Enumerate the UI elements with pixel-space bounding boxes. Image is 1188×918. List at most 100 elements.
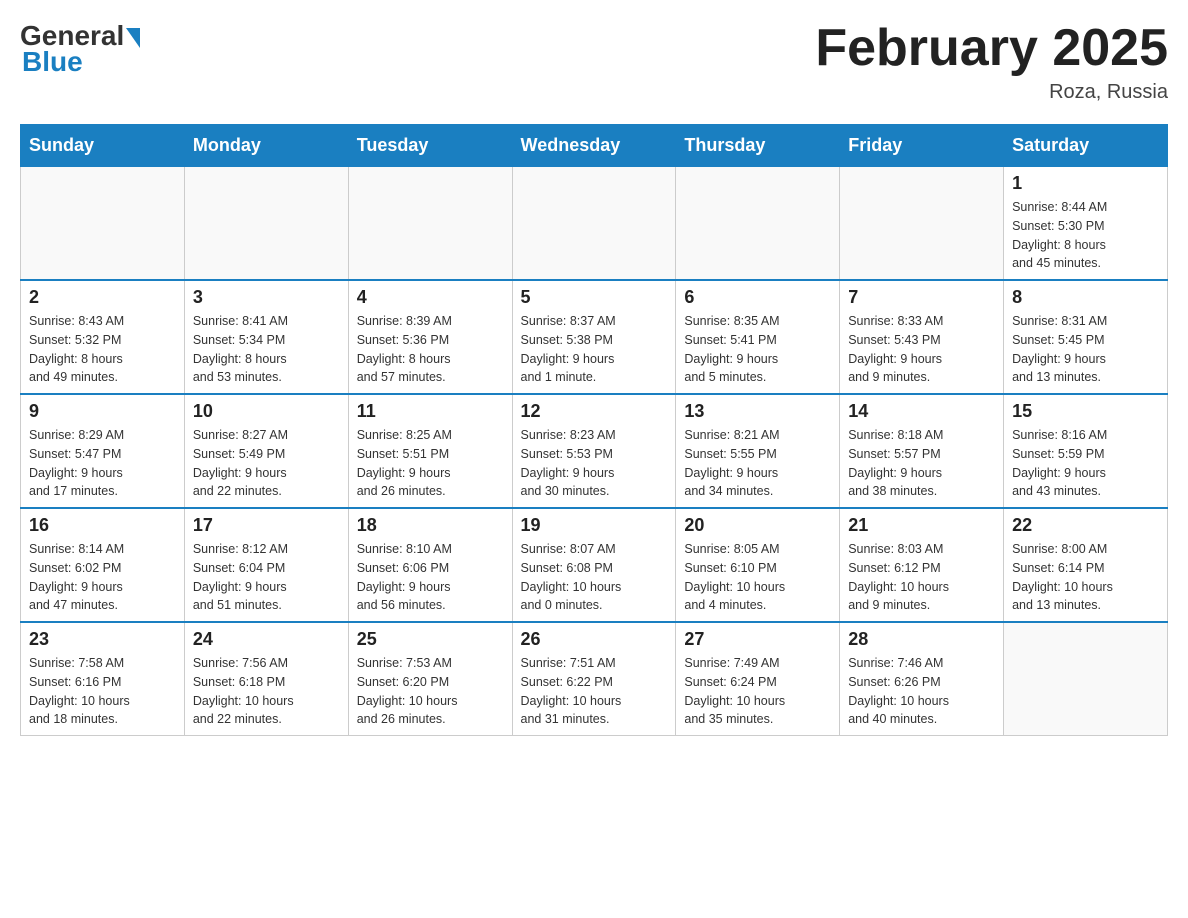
header-thursday: Thursday — [676, 125, 840, 167]
day-number: 26 — [521, 629, 668, 650]
table-row: 15 Sunrise: 8:16 AMSunset: 5:59 PMDayligh… — [1004, 394, 1168, 508]
header-friday: Friday — [840, 125, 1004, 167]
table-row — [676, 167, 840, 281]
day-number: 6 — [684, 287, 831, 308]
day-number: 9 — [29, 401, 176, 422]
table-row: 8 Sunrise: 8:31 AMSunset: 5:45 PMDaylight… — [1004, 280, 1168, 394]
day-number: 1 — [1012, 173, 1159, 194]
logo: General Blue — [20, 20, 140, 78]
day-number: 4 — [357, 287, 504, 308]
day-number: 19 — [521, 515, 668, 536]
table-row: 10 Sunrise: 8:27 AMSunset: 5:49 PMDayligh… — [184, 394, 348, 508]
day-info: Sunrise: 8:31 AMSunset: 5:45 PMDaylight:… — [1012, 312, 1159, 387]
day-number: 15 — [1012, 401, 1159, 422]
table-row: 2Sunrise: 8:43 AMSunset: 5:32 PMDaylight… — [21, 280, 185, 394]
day-number: 17 — [193, 515, 340, 536]
table-row: 11 Sunrise: 8:25 AMSunset: 5:51 PMDayligh… — [348, 394, 512, 508]
table-row: 20 Sunrise: 8:05 AMSunset: 6:10 PMDayligh… — [676, 508, 840, 622]
day-number: 12 — [521, 401, 668, 422]
day-info: Sunrise: 7:58 AMSunset: 6:16 PMDaylight:… — [29, 654, 176, 729]
header-monday: Monday — [184, 125, 348, 167]
calendar-week-row: 2Sunrise: 8:43 AMSunset: 5:32 PMDaylight… — [21, 280, 1168, 394]
day-number: 11 — [357, 401, 504, 422]
day-info: Sunrise: 8:12 AMSunset: 6:04 PMDaylight:… — [193, 540, 340, 615]
table-row: 17 Sunrise: 8:12 AMSunset: 6:04 PMDayligh… — [184, 508, 348, 622]
table-row: 27Sunrise: 7:49 AMSunset: 6:24 PMDayligh… — [676, 622, 840, 736]
table-row: 26Sunrise: 7:51 AMSunset: 6:22 PMDayligh… — [512, 622, 676, 736]
table-row: 12Sunrise: 8:23 AMSunset: 5:53 PMDayligh… — [512, 394, 676, 508]
calendar-week-row: 16 Sunrise: 8:14 AMSunset: 6:02 PMDayligh… — [21, 508, 1168, 622]
calendar-week-row: 23 Sunrise: 7:58 AMSunset: 6:16 PMDayligh… — [21, 622, 1168, 736]
table-row: 3Sunrise: 8:41 AMSunset: 5:34 PMDaylight… — [184, 280, 348, 394]
day-info: Sunrise: 7:53 AMSunset: 6:20 PMDaylight:… — [357, 654, 504, 729]
day-number: 7 — [848, 287, 995, 308]
table-row — [21, 167, 185, 281]
day-number: 20 — [684, 515, 831, 536]
calendar-header-row: Sunday Monday Tuesday Wednesday Thursday… — [21, 125, 1168, 167]
calendar-week-row: 1 Sunrise: 8:44 AMSunset: 5:30 PMDaylight… — [21, 167, 1168, 281]
header-saturday: Saturday — [1004, 125, 1168, 167]
table-row — [348, 167, 512, 281]
table-row: 4 Sunrise: 8:39 AMSunset: 5:36 PMDaylight… — [348, 280, 512, 394]
day-info: Sunrise: 8:37 AMSunset: 5:38 PMDaylight:… — [521, 312, 668, 387]
day-number: 23 — [29, 629, 176, 650]
day-info: Sunrise: 8:18 AMSunset: 5:57 PMDaylight:… — [848, 426, 995, 501]
day-info: Sunrise: 8:39 AMSunset: 5:36 PMDaylight:… — [357, 312, 504, 387]
day-info: Sunrise: 8:07 AMSunset: 6:08 PMDaylight:… — [521, 540, 668, 615]
header-tuesday: Tuesday — [348, 125, 512, 167]
day-number: 27 — [684, 629, 831, 650]
table-row: 28 Sunrise: 7:46 AMSunset: 6:26 PMDayligh… — [840, 622, 1004, 736]
table-row — [184, 167, 348, 281]
day-info: Sunrise: 8:35 AMSunset: 5:41 PMDaylight:… — [684, 312, 831, 387]
day-number: 8 — [1012, 287, 1159, 308]
table-row: 6 Sunrise: 8:35 AMSunset: 5:41 PMDaylight… — [676, 280, 840, 394]
table-row: 25 Sunrise: 7:53 AMSunset: 6:20 PMDayligh… — [348, 622, 512, 736]
day-info: Sunrise: 8:27 AMSunset: 5:49 PMDaylight:… — [193, 426, 340, 501]
table-row: 1 Sunrise: 8:44 AMSunset: 5:30 PMDaylight… — [1004, 167, 1168, 281]
table-row: 9 Sunrise: 8:29 AMSunset: 5:47 PMDaylight… — [21, 394, 185, 508]
day-info: Sunrise: 8:33 AMSunset: 5:43 PMDaylight:… — [848, 312, 995, 387]
day-info: Sunrise: 8:05 AMSunset: 6:10 PMDaylight:… — [684, 540, 831, 615]
day-number: 28 — [848, 629, 995, 650]
table-row: 14 Sunrise: 8:18 AMSunset: 5:57 PMDayligh… — [840, 394, 1004, 508]
table-row — [512, 167, 676, 281]
day-info: Sunrise: 8:10 AMSunset: 6:06 PMDaylight:… — [357, 540, 504, 615]
day-number: 25 — [357, 629, 504, 650]
day-info: Sunrise: 7:46 AMSunset: 6:26 PMDaylight:… — [848, 654, 995, 729]
table-row: 22 Sunrise: 8:00 AMSunset: 6:14 PMDayligh… — [1004, 508, 1168, 622]
table-row: 5Sunrise: 8:37 AMSunset: 5:38 PMDaylight… — [512, 280, 676, 394]
table-row: 7 Sunrise: 8:33 AMSunset: 5:43 PMDaylight… — [840, 280, 1004, 394]
table-row: 16 Sunrise: 8:14 AMSunset: 6:02 PMDayligh… — [21, 508, 185, 622]
day-info: Sunrise: 8:43 AMSunset: 5:32 PMDaylight:… — [29, 312, 176, 387]
day-info: Sunrise: 8:03 AMSunset: 6:12 PMDaylight:… — [848, 540, 995, 615]
day-number: 16 — [29, 515, 176, 536]
title-area: February 2025 Roza, Russia — [815, 20, 1168, 104]
day-info: Sunrise: 8:00 AMSunset: 6:14 PMDaylight:… — [1012, 540, 1159, 615]
table-row: 18 Sunrise: 8:10 AMSunset: 6:06 PMDayligh… — [348, 508, 512, 622]
day-number: 13 — [684, 401, 831, 422]
day-number: 18 — [357, 515, 504, 536]
table-row — [840, 167, 1004, 281]
table-row — [1004, 622, 1168, 736]
day-info: Sunrise: 8:25 AMSunset: 5:51 PMDaylight:… — [357, 426, 504, 501]
logo-triangle-icon — [126, 28, 140, 48]
day-info: Sunrise: 8:16 AMSunset: 5:59 PMDaylight:… — [1012, 426, 1159, 501]
location: Roza, Russia — [815, 81, 1168, 104]
day-number: 22 — [1012, 515, 1159, 536]
table-row: 23 Sunrise: 7:58 AMSunset: 6:16 PMDayligh… — [21, 622, 185, 736]
header-wednesday: Wednesday — [512, 125, 676, 167]
table-row: 19 Sunrise: 8:07 AMSunset: 6:08 PMDayligh… — [512, 508, 676, 622]
day-info: Sunrise: 7:56 AMSunset: 6:18 PMDaylight:… — [193, 654, 340, 729]
day-number: 24 — [193, 629, 340, 650]
day-number: 10 — [193, 401, 340, 422]
day-info: Sunrise: 8:44 AMSunset: 5:30 PMDaylight:… — [1012, 198, 1159, 273]
day-number: 14 — [848, 401, 995, 422]
day-info: Sunrise: 8:29 AMSunset: 5:47 PMDaylight:… — [29, 426, 176, 501]
day-info: Sunrise: 8:14 AMSunset: 6:02 PMDaylight:… — [29, 540, 176, 615]
month-title: February 2025 — [815, 20, 1168, 77]
calendar-table: Sunday Monday Tuesday Wednesday Thursday… — [20, 124, 1168, 736]
calendar-week-row: 9 Sunrise: 8:29 AMSunset: 5:47 PMDaylight… — [21, 394, 1168, 508]
logo-blue-text: Blue — [22, 46, 83, 78]
day-number: 21 — [848, 515, 995, 536]
page-header: General Blue February 2025 Roza, Russia — [20, 20, 1168, 104]
